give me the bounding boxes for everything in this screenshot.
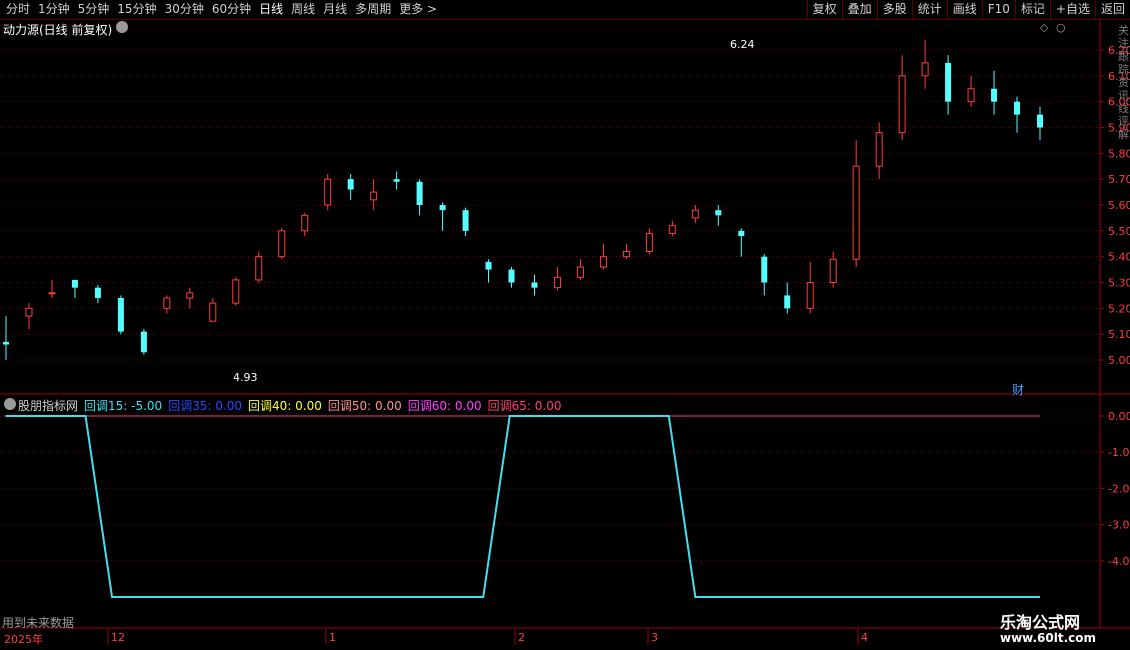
- candle-body: [163, 297, 171, 309]
- candle-body: [347, 179, 354, 190]
- ind-tick-label: -3.00: [1108, 519, 1130, 532]
- candle-body: [140, 331, 147, 353]
- candle-body: [393, 179, 400, 182]
- legend-item-5: 回调65: 0.00: [487, 399, 562, 413]
- candle-body: [553, 276, 561, 289]
- candle-body: [991, 88, 998, 102]
- ind-tick-label: -2.00: [1108, 482, 1130, 495]
- candle-body: [784, 295, 791, 309]
- candle-body: [829, 258, 837, 283]
- ind-tick-label: 0.00: [1108, 410, 1130, 423]
- ind-tick-label: -4.00: [1108, 555, 1130, 568]
- price-tick-label: 5.80: [1108, 147, 1130, 160]
- watermark-title: 乐淘公式网: [1000, 613, 1081, 632]
- price-tick-label: 5.40: [1108, 251, 1130, 264]
- ind-tick-label: -1.00: [1108, 446, 1130, 459]
- candle-body: [852, 165, 860, 260]
- chevron-down-icon[interactable]: [116, 21, 128, 33]
- price-tick-label: 5.20: [1108, 302, 1130, 315]
- close-icon[interactable]: ○: [1056, 21, 1066, 34]
- diamond-icon[interactable]: ◇: [1040, 21, 1048, 34]
- candle-body: [324, 178, 332, 206]
- future-data-note: 用到未来数据: [2, 616, 75, 630]
- candle-body: [806, 282, 814, 309]
- legend-item-2: 回调40: 0.00: [248, 399, 322, 413]
- price-tick-label: 5.50: [1108, 225, 1130, 238]
- candle-body: [875, 132, 883, 167]
- price-tick-label: 5.70: [1108, 173, 1130, 186]
- month-label-1: 1: [329, 631, 336, 644]
- candle-body: [48, 292, 56, 295]
- candle-body: [3, 341, 9, 345]
- high-price-label: 6.24: [730, 38, 755, 51]
- low-price-label: 4.93: [233, 371, 258, 384]
- candle-body: [416, 181, 423, 205]
- legend-item-3: 回调50: 0.00: [327, 399, 402, 413]
- candle-body: [691, 209, 699, 219]
- indicator-name: 股朋指标网: [18, 399, 79, 413]
- side-info-text: 关注 跟踪 资讯 线 评 解: [1118, 24, 1129, 141]
- candle-body: [531, 282, 538, 288]
- candle-body: [967, 88, 975, 103]
- candle-body: [761, 256, 768, 283]
- candle-body: [1014, 101, 1021, 115]
- price-tick-label: 5.10: [1108, 328, 1130, 341]
- month-label-2: 2: [518, 631, 525, 644]
- candle-body: [485, 261, 492, 270]
- price-tick-label: 5.00: [1108, 354, 1130, 367]
- candle-body: [945, 62, 952, 102]
- legend-item-1: 回调35: 0.00: [168, 399, 243, 413]
- candle-body: [921, 62, 929, 77]
- month-label-4: 4: [861, 631, 868, 644]
- chart-title: 动力源(日线 前复权): [3, 23, 113, 37]
- candle-body: [94, 287, 101, 298]
- candle-body: [232, 279, 240, 304]
- candle-body: [622, 251, 630, 258]
- indicator-legend: 回调15: -5.00 回调35: 0.00 回调40: 0.00 回调50: 0.0…: [84, 397, 567, 414]
- candle-body: [508, 269, 515, 283]
- indicator-menu-icon[interactable]: [4, 398, 16, 410]
- candle-body: [255, 256, 263, 281]
- month-label-3: 3: [651, 631, 658, 644]
- candle-body: [668, 225, 676, 234]
- candle-body: [25, 307, 33, 317]
- candle-body: [599, 256, 607, 268]
- legend-item-4: 回调60: 0.00: [407, 399, 482, 413]
- candle-body: [209, 302, 217, 322]
- candle-body: [117, 298, 124, 332]
- legend-item-0: 回调15: -5.00: [84, 399, 163, 413]
- candle-body: [462, 210, 469, 231]
- candle-body: [1037, 114, 1043, 128]
- candle-body: [301, 214, 309, 232]
- month-label-0: 12: [111, 631, 125, 644]
- candle-body: [898, 75, 906, 134]
- price-tick-label: 5.30: [1108, 277, 1130, 290]
- candle-body: [71, 279, 78, 288]
- candle-body: [278, 230, 286, 258]
- candle-body: [186, 292, 194, 299]
- finance-marker[interactable]: 财: [1012, 381, 1024, 398]
- candle-body: [370, 191, 378, 201]
- watermark-url: www.60lt.com: [1000, 631, 1097, 645]
- candle-body: [715, 210, 722, 216]
- candle-body: [738, 230, 745, 236]
- candle-body: [645, 232, 653, 253]
- kline-chart: 6.206.106.005.905.805.705.605.505.405.30…: [0, 19, 1130, 645]
- candle-body: [576, 266, 584, 278]
- year-label: 2025年: [4, 633, 43, 646]
- ind-series-line: [6, 415, 1040, 598]
- price-tick-label: 5.60: [1108, 199, 1130, 212]
- candle-body: [439, 205, 446, 211]
